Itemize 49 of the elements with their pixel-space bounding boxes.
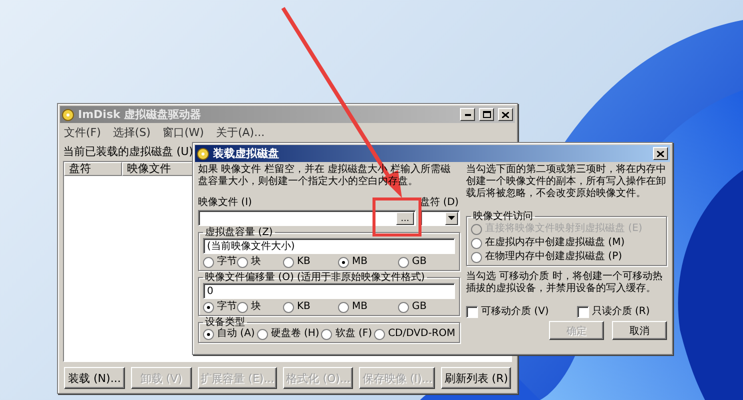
radio-option[interactable]: MB [338, 301, 398, 313]
radio-option[interactable]: MB [338, 256, 398, 268]
radio-option[interactable]: 字节 [203, 301, 237, 313]
column-header[interactable]: 盘符 [64, 162, 122, 176]
group-label: 设备类型 [204, 317, 246, 328]
menu-item[interactable]: 关于(A)... [216, 125, 265, 140]
radio-option[interactable]: 自动 (A) [203, 328, 255, 340]
help-text: 当勾选下面的第二项或第三项时，将在内存中创建一个映像文件的副本，所有写入操作在卸载后将被忽略，不会改变原始映像文件。 [466, 164, 667, 200]
radio-option[interactable]: 字节 [203, 256, 237, 268]
radio-option[interactable]: KB [283, 256, 338, 268]
menu-item[interactable]: 选择(S) [112, 125, 150, 140]
browse-button[interactable]: ... [396, 212, 414, 225]
help-text: 当勾选 可移动介质 时，将创建一个可移动热插拔的虚拟设备，并禁用设备的写入缓存。 [466, 271, 664, 295]
close-button[interactable] [653, 147, 668, 160]
radio-option[interactable]: 块 [237, 256, 283, 268]
radio-option[interactable]: GB [398, 256, 455, 268]
disk-icon [62, 108, 74, 120]
radio-option[interactable]: KB [283, 301, 338, 313]
minimize-icon [464, 114, 470, 116]
image-file-field[interactable] [198, 210, 416, 226]
checkbox-option[interactable]: 只读介质 (R) [576, 306, 650, 318]
radio-option[interactable]: 在虚拟内存中创建虚拟磁盘 (M) [471, 237, 662, 249]
group-label: 映像文件偏移量 (O) (适用于非原始映像文件格式) [204, 272, 426, 283]
menu-item[interactable]: 文件(F) [64, 125, 101, 140]
toolbar-button[interactable]: 刷新列表 (R) [441, 367, 512, 389]
close-icon [502, 112, 509, 118]
radio-option[interactable]: 在物理内存中创建虚拟磁盘 (P) [471, 251, 662, 263]
list-label: 当前已装载的虚拟磁盘 (U) [62, 144, 194, 160]
maximize-icon [482, 111, 490, 118]
group-label: 虚拟盘容量 (Z) [204, 227, 274, 238]
size-field[interactable]: (当前映像文件大小) [203, 238, 455, 254]
menu-item[interactable]: 窗口(W) [162, 125, 204, 140]
checkbox-option[interactable]: 可移动介质 (V) [466, 306, 549, 318]
radio-option[interactable]: 硬盘卷 (H) [256, 328, 320, 340]
drive-combobox[interactable] [420, 210, 460, 226]
offset-field[interactable]: 0 [203, 283, 455, 299]
radio-option[interactable]: GB [398, 301, 455, 313]
close-icon [657, 150, 664, 156]
dialog-button[interactable]: 取消 [612, 321, 667, 340]
toolbar-button[interactable]: 装载 (N)... [64, 367, 125, 389]
field-label: 映像文件 (I) [198, 196, 253, 209]
radio-option[interactable]: 软盘 (F) [321, 328, 372, 340]
dialog-title: 装载虚拟磁盘 [213, 146, 280, 161]
group-label: 映像文件访问 [472, 211, 534, 222]
radio-option[interactable]: 块 [237, 301, 283, 313]
disk-icon [197, 148, 209, 160]
highlight-frame [372, 198, 422, 236]
radio-option[interactable]: CD/DVD-ROM [374, 328, 456, 340]
window-title: ImDisk 虚拟磁盘驱动器 [78, 107, 202, 122]
